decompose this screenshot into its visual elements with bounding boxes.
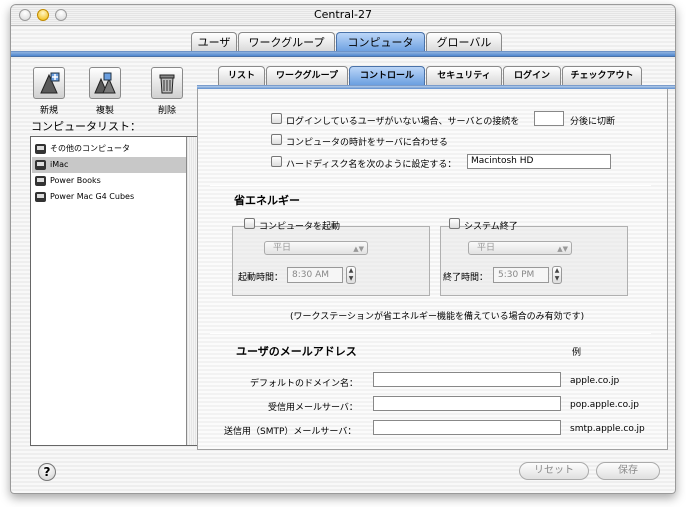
subtab-list[interactable]: リスト <box>218 66 265 85</box>
startup-checkbox[interactable] <box>244 218 255 229</box>
delete-label: 削除 <box>157 106 176 116</box>
list-item[interactable]: Power Books <box>32 173 186 189</box>
new-computer-list-button[interactable] <box>33 67 65 99</box>
shutdown-time-label: 終了時間： <box>443 273 489 283</box>
delete-computer-list-button[interactable] <box>151 67 183 99</box>
new-list-icon <box>40 72 60 94</box>
subtab-checkout[interactable]: チェックアウト <box>562 66 642 85</box>
outgoing-server-field[interactable] <box>373 420 561 435</box>
subtab-login[interactable]: ログイン <box>503 66 561 85</box>
computer-list[interactable]: その他のコンピュータ iMac Power Books Power Mac G4… <box>30 136 202 446</box>
default-domain-label: デフォルトのドメイン名： <box>250 379 359 389</box>
default-domain-example: apple.co.jp <box>570 376 620 386</box>
disconnect-suffix: 分後に切断 <box>570 117 616 127</box>
list-item[interactable]: iMac <box>32 157 186 173</box>
computer-list-icon <box>35 160 46 170</box>
startup-day-select[interactable]: 平日 ▲▼ <box>264 241 368 255</box>
incoming-server-example: pop.apple.co.jp <box>570 400 640 410</box>
tab-global[interactable]: グローバル <box>426 32 502 52</box>
disconnect-checkbox[interactable] <box>271 113 282 124</box>
divider <box>210 333 651 334</box>
help-icon: ? <box>43 465 51 479</box>
example-header: 例 <box>572 348 582 358</box>
startup-group <box>232 226 430 296</box>
subtab-security[interactable]: セキュリティ <box>426 66 502 85</box>
outgoing-server-example: smtp.apple.co.jp <box>570 424 645 434</box>
mail-section-title: ユーザのメールアドレス <box>236 345 357 358</box>
list-item-label: iMac <box>50 160 69 169</box>
duplicate-computer-list-button[interactable] <box>89 67 121 99</box>
tab-users[interactable]: ユーザ <box>191 32 237 52</box>
updown-arrow-icon: ▲▼ <box>557 245 568 253</box>
startup-time-stepper[interactable]: ▲ ▼ <box>346 266 356 284</box>
computer-list-icon <box>35 192 46 202</box>
control-panel: ログインしているユーザがいない場合、サーバとの接続を 分後に切断 コンピュータの… <box>197 89 668 450</box>
set-disk-name-checkbox[interactable] <box>271 156 282 167</box>
set-disk-name-label: ハードディスク名を次のように設定する： <box>286 160 457 170</box>
window-title: Central-27 <box>313 8 373 21</box>
disk-name-field[interactable]: Macintosh HD <box>467 154 611 169</box>
disconnect-label: ログインしているユーザがいない場合、サーバとの接続を <box>286 117 520 127</box>
incoming-server-field[interactable] <box>373 396 561 411</box>
shutdown-time-field[interactable]: 5:30 PM <box>493 267 549 283</box>
shutdown-group <box>440 226 628 296</box>
list-item[interactable]: その他のコンピュータ <box>32 141 186 157</box>
subtab-control[interactable]: コントロール <box>349 66 425 85</box>
incoming-server-label: 受信用メールサーバ： <box>268 403 358 413</box>
shutdown-checkbox[interactable] <box>449 218 460 229</box>
app-window: Central-27 ユーザ ワークグループ コンピュータ グローバル 新規 複… <box>10 4 676 494</box>
new-label: 新規 <box>39 106 58 116</box>
computer-list-icon <box>35 144 46 154</box>
list-item[interactable]: Power Mac G4 Cubes <box>32 189 186 205</box>
shutdown-day-select[interactable]: 平日 ▲▼ <box>468 241 572 255</box>
save-button[interactable]: 保存 <box>596 462 660 480</box>
tab-computers[interactable]: コンピュータ <box>336 32 425 52</box>
title-bar: Central-27 <box>11 5 675 26</box>
sync-clock-checkbox[interactable] <box>271 134 282 145</box>
duplicate-label: 複製 <box>95 106 114 116</box>
list-item-label: Power Books <box>50 176 101 185</box>
startup-time-field[interactable]: 8:30 AM <box>287 267 343 283</box>
shutdown-day-value: 平日 <box>477 243 496 253</box>
shutdown-label: システム終了 <box>464 222 518 232</box>
help-button[interactable]: ? <box>38 463 56 481</box>
startup-time-label: 起動時間： <box>238 273 284 283</box>
duplicate-icon <box>94 72 116 94</box>
computer-list-title: コンピュータリスト： <box>31 120 141 133</box>
computer-list-icon <box>35 176 46 186</box>
energy-section-title: 省エネルギー <box>234 194 300 207</box>
startup-day-value: 平日 <box>273 243 292 253</box>
disconnect-minutes-field[interactable] <box>534 111 564 126</box>
list-item-label: その他のコンピュータ <box>50 144 130 153</box>
divider <box>210 185 651 186</box>
revert-button[interactable]: リセット <box>519 462 589 480</box>
top-tabs-bar <box>11 51 675 57</box>
default-domain-field[interactable] <box>373 372 561 387</box>
list-item-label: Power Mac G4 Cubes <box>50 192 135 201</box>
startup-label: コンピュータを起動 <box>259 222 341 232</box>
subtab-workgroups[interactable]: ワークグループ <box>266 66 348 85</box>
updown-arrow-icon: ▲▼ <box>353 245 364 253</box>
outgoing-server-label: 送信用（SMTP）メールサーバ： <box>224 427 357 437</box>
trash-icon <box>159 74 175 94</box>
sync-clock-label: コンピュータの時計をサーバに合わせる <box>286 138 448 148</box>
tab-workgroups[interactable]: ワークグループ <box>238 32 335 52</box>
shutdown-time-stepper[interactable]: ▲ ▼ <box>552 266 562 284</box>
energy-note: (ワークステーションが省エネルギー機能を備えている場合のみ有効です) <box>290 312 585 322</box>
